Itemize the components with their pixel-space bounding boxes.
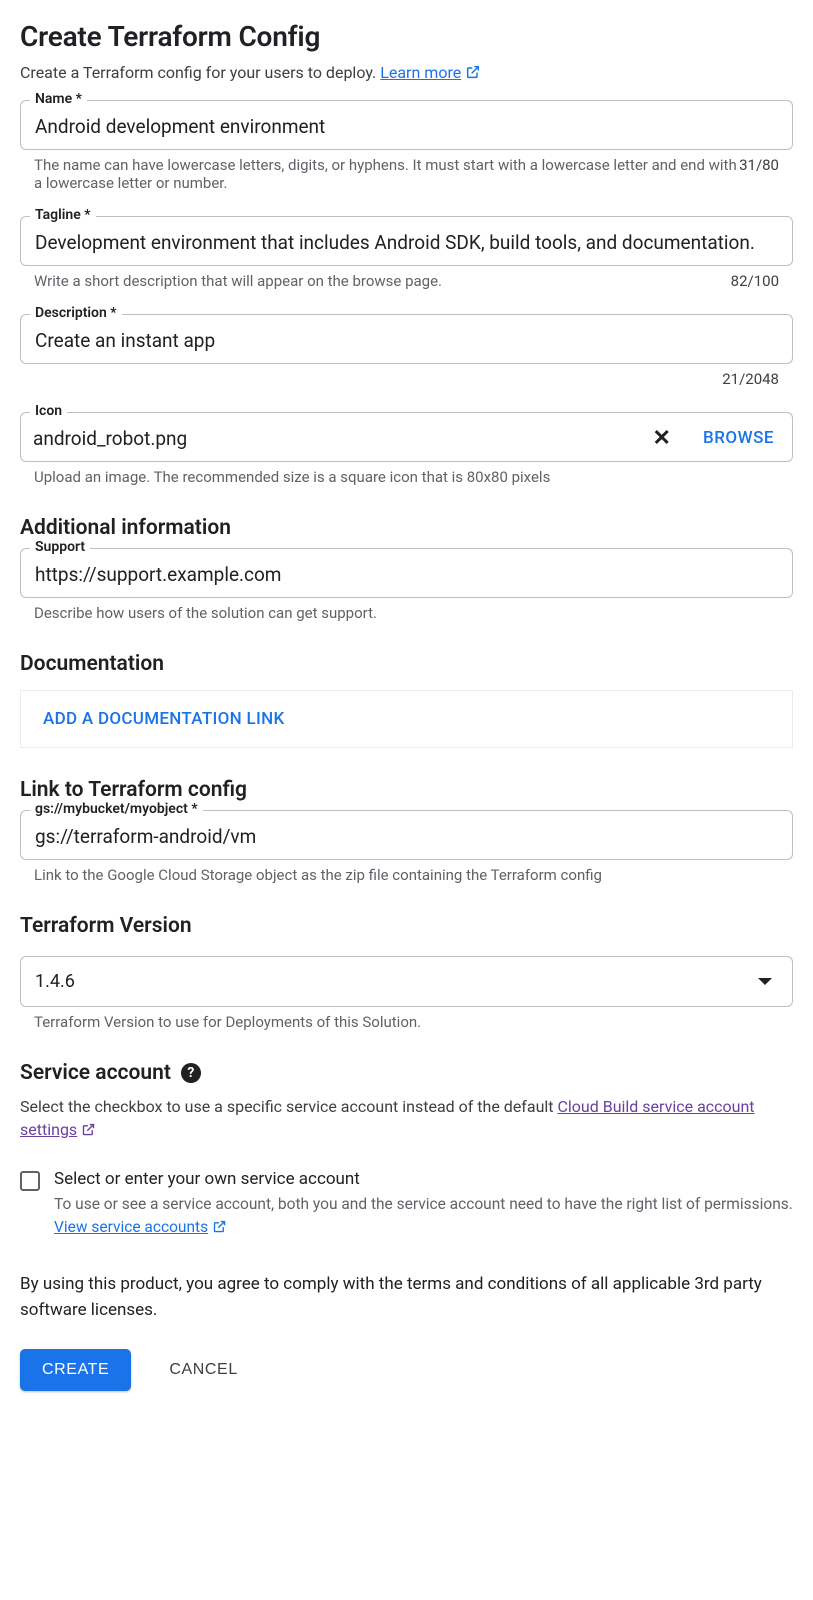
tflink-label: gs://mybucket/myobject *	[30, 801, 203, 817]
external-link-icon	[465, 64, 481, 80]
support-label: Support	[30, 539, 90, 555]
description-counter: 21/2048	[722, 370, 779, 388]
tflink-section-title: Link to Terraform config	[20, 778, 793, 802]
chevron-down-icon	[758, 978, 772, 985]
support-input[interactable]	[33, 562, 780, 587]
tflink-helper: Link to the Google Cloud Storage object …	[34, 866, 793, 884]
tagline-input[interactable]	[33, 230, 780, 255]
icon-label: Icon	[30, 403, 67, 419]
icon-filename: android_robot.png	[33, 427, 635, 450]
tflink-input[interactable]	[33, 824, 780, 849]
tagline-counter: 82/100	[731, 272, 779, 290]
tagline-label: Tagline *	[30, 207, 96, 223]
subtitle: Create a Terraform config for your users…	[20, 63, 793, 82]
name-input[interactable]	[33, 114, 780, 139]
external-link-icon	[212, 1219, 227, 1234]
own-service-account-label: Select or enter your own service account	[54, 1169, 793, 1189]
cancel-button[interactable]: CANCEL	[163, 1360, 244, 1380]
browse-button[interactable]: BROWSE	[689, 428, 780, 448]
learn-more-link[interactable]: Learn more	[380, 63, 481, 82]
support-helper: Describe how users of the solution can g…	[34, 604, 793, 622]
tfversion-select[interactable]: 1.4.6	[20, 956, 793, 1007]
additional-section-title: Additional information	[20, 516, 793, 540]
help-icon[interactable]: ?	[181, 1063, 201, 1083]
view-service-accounts-link[interactable]: View service accounts	[54, 1218, 227, 1236]
tfversion-value: 1.4.6	[35, 971, 75, 992]
clear-icon-button[interactable]: ✕	[641, 426, 683, 451]
external-link-icon	[81, 1122, 96, 1137]
tos-text: By using this product, you agree to comp…	[20, 1272, 793, 1323]
name-label: Name *	[30, 91, 87, 107]
subtitle-text: Create a Terraform config for your users…	[20, 63, 380, 82]
tfversion-section-title: Terraform Version	[20, 914, 793, 938]
add-documentation-link-button[interactable]: ADD A DOCUMENTATION LINK	[43, 709, 285, 729]
own-service-account-checkbox[interactable]	[20, 1171, 40, 1191]
tagline-helper: Write a short description that will appe…	[34, 272, 731, 290]
service-desc: Select the checkbox to use a specific se…	[20, 1095, 793, 1141]
close-icon: ✕	[653, 426, 671, 451]
name-helper: The name can have lowercase letters, dig…	[34, 156, 739, 192]
description-label: Description *	[30, 305, 122, 321]
page-title: Create Terraform Config	[20, 20, 793, 53]
own-service-account-sub: To use or see a service account, both yo…	[54, 1193, 793, 1238]
documentation-section-title: Documentation	[20, 652, 793, 676]
create-button[interactable]: CREATE	[20, 1349, 131, 1391]
description-input[interactable]	[33, 328, 780, 353]
tfversion-helper: Terraform Version to use for Deployments…	[34, 1013, 793, 1031]
service-account-section-title: Service account	[20, 1061, 171, 1085]
icon-helper: Upload an image. The recommended size is…	[34, 468, 793, 486]
name-counter: 31/80	[739, 156, 779, 192]
